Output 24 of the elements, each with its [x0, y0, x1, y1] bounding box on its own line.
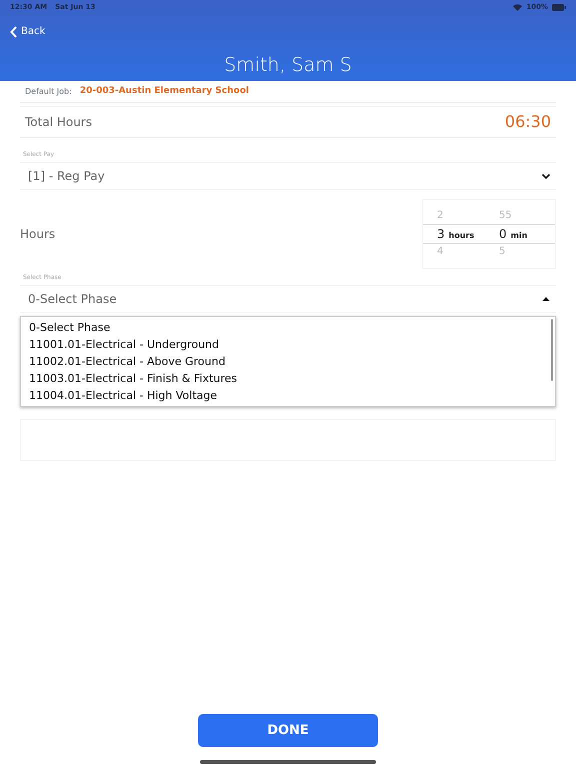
dropdown-option[interactable]: 11003.01-Electrical - Finish & Fixtures — [29, 370, 547, 387]
field-label: Default Job: — [25, 86, 72, 98]
time-picker[interactable]: 2 3 hours 4 55 0 min 5 — [422, 199, 556, 269]
total-hours-label: Total Hours — [25, 114, 92, 131]
back-chevron-icon — [10, 26, 17, 38]
dropdown-option[interactable]: 0-Select Phase — [29, 319, 547, 336]
done-button[interactable]: DONE — [198, 714, 378, 747]
picker-unit: hours — [448, 231, 474, 240]
dropdown-option[interactable]: 11002.01-Electrical - Above Ground — [29, 353, 547, 370]
pay-select[interactable]: [1] - Reg Pay — [20, 162, 556, 190]
dropdown-option[interactable]: 11001.01-Electrical - Underground — [29, 336, 547, 353]
dropdown-option[interactable]: 11004.01-Electrical - High Voltage — [29, 387, 547, 404]
battery-icon — [552, 4, 566, 10]
phase-select[interactable]: 0-Select Phase — [20, 285, 556, 313]
picker-value[interactable]: 3 — [437, 227, 445, 241]
total-hours-value: 06:30 — [504, 111, 551, 133]
picker-unit: min — [510, 231, 528, 240]
default-job-value: 20-003-Austin Elementary School — [80, 84, 249, 98]
wifi-icon — [513, 4, 522, 10]
page-title: Smith, Sam S — [223, 52, 353, 78]
hours-label: Hours — [20, 226, 56, 243]
back-button[interactable]: Back — [10, 24, 46, 39]
scrollbar — [551, 319, 553, 381]
picker-value[interactable]: 0 — [499, 227, 507, 241]
